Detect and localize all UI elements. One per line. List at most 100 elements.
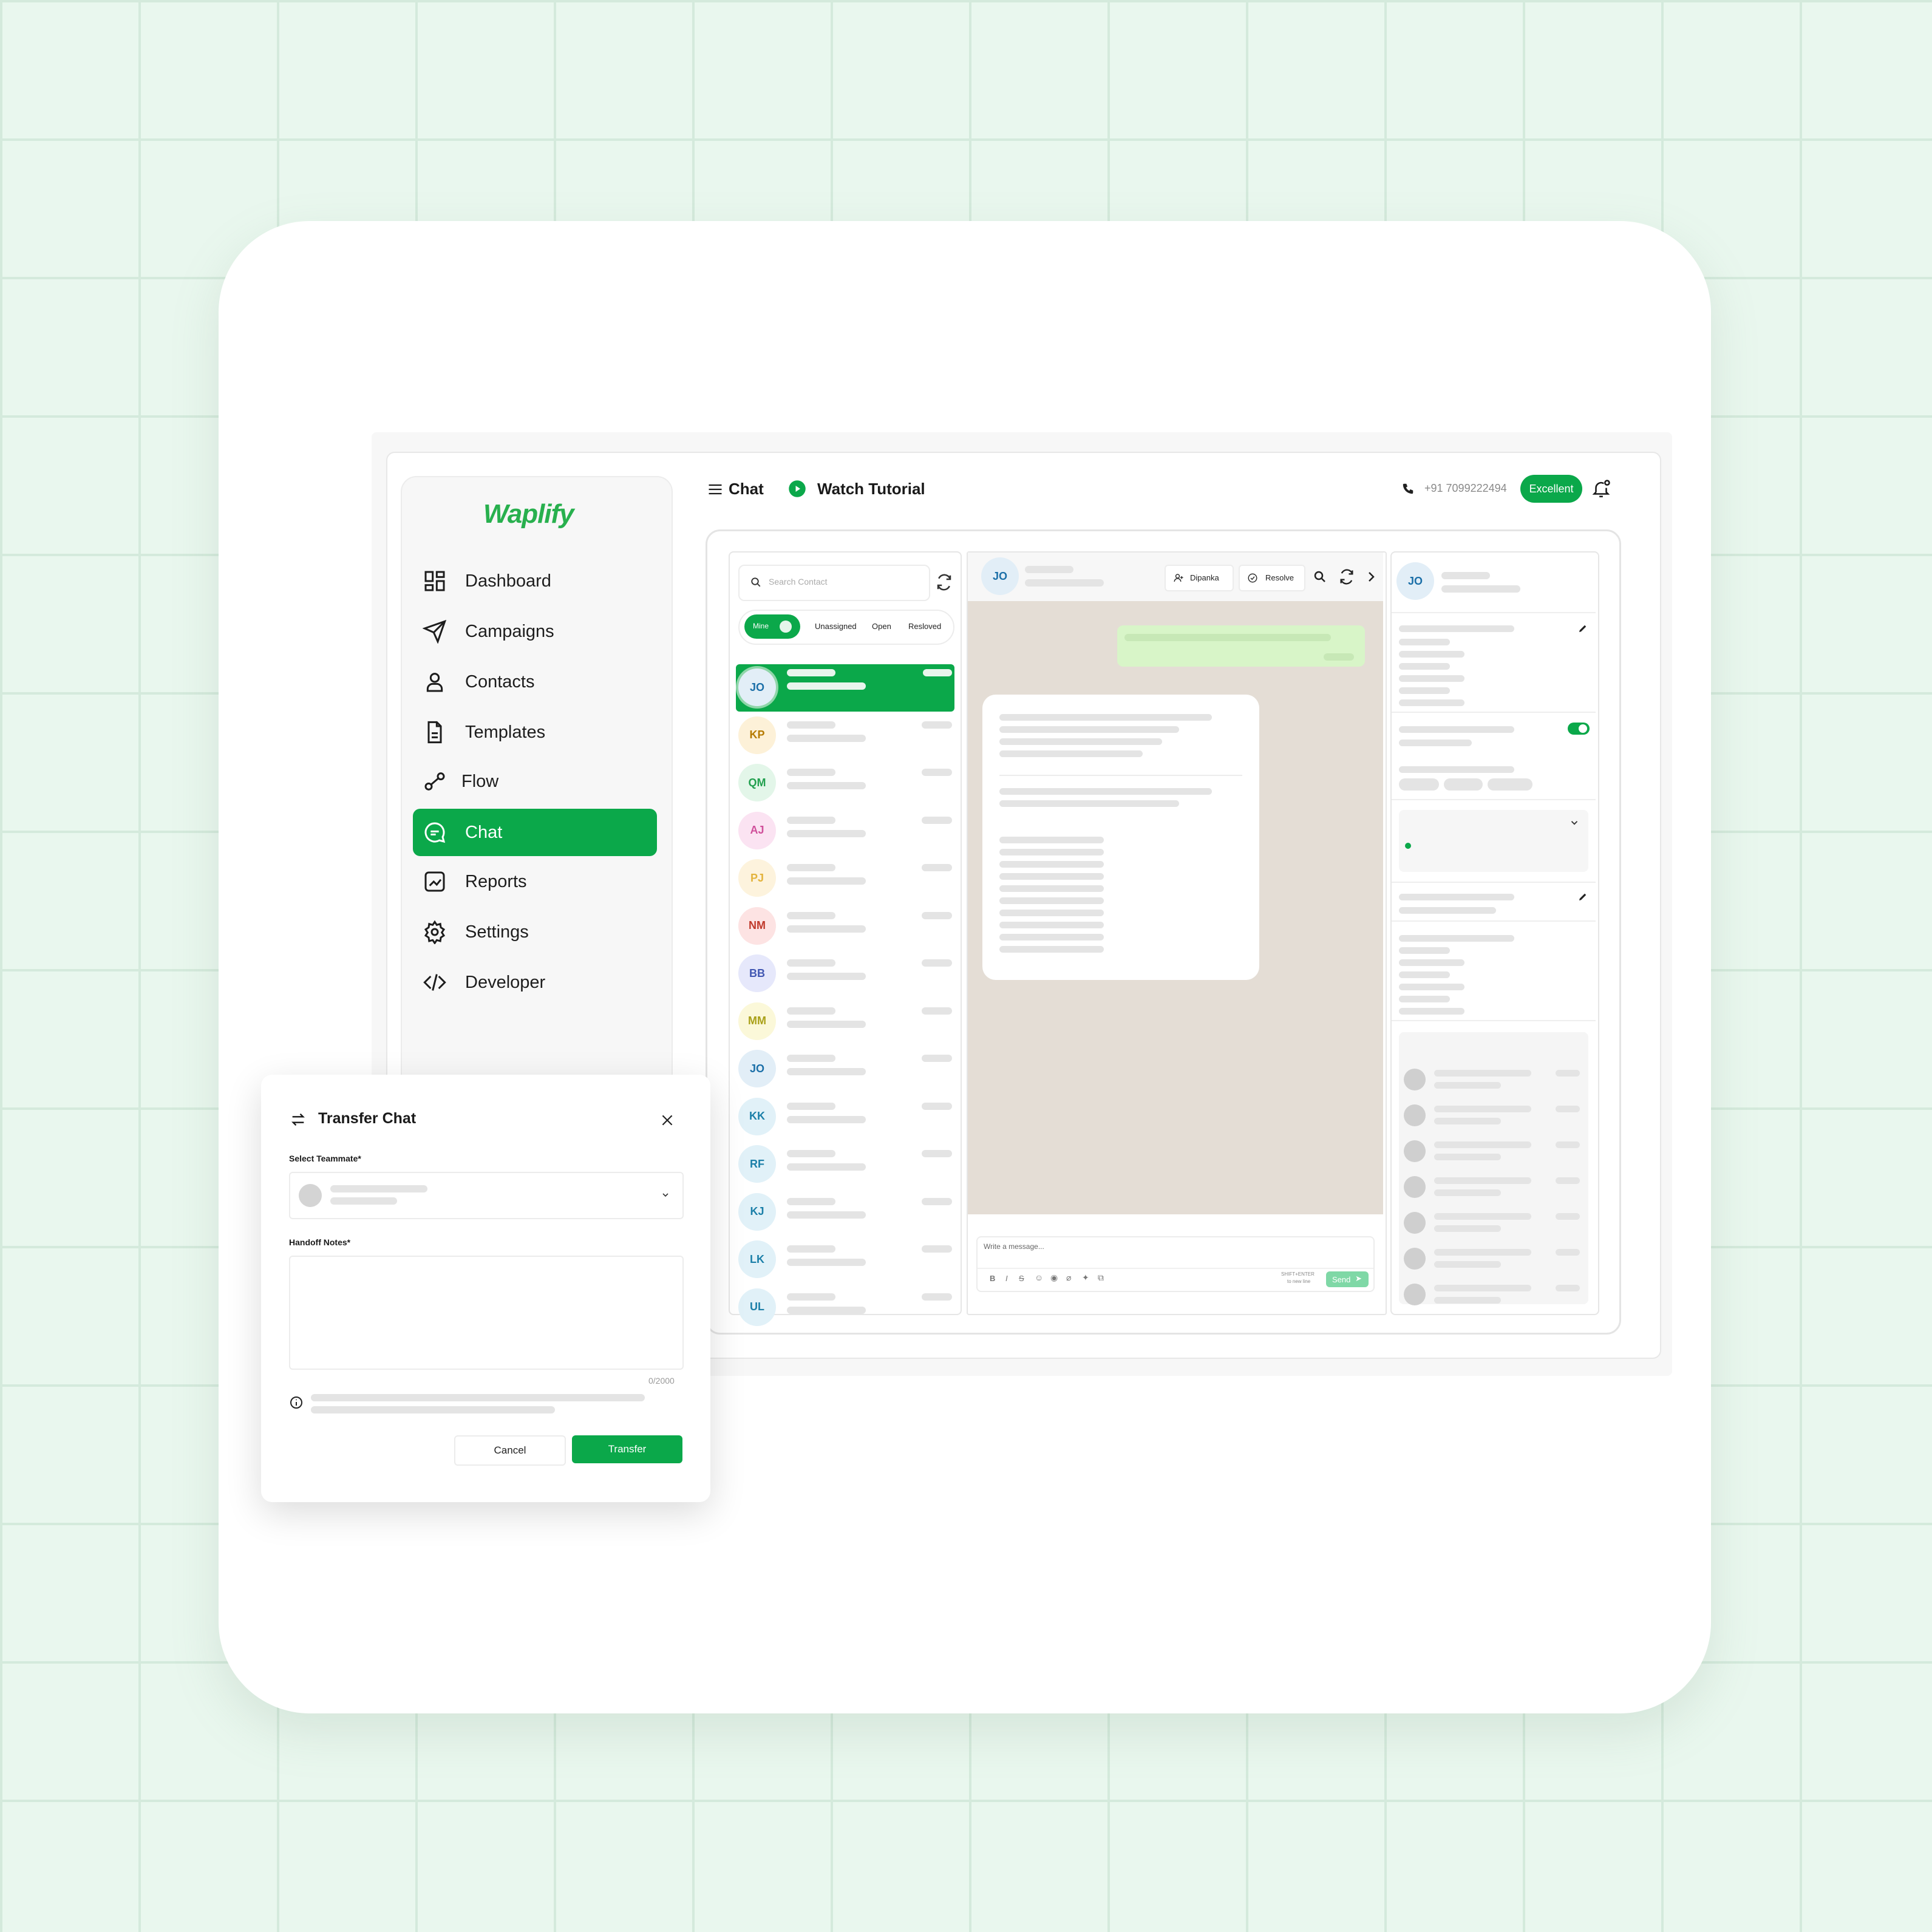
resolve-button[interactable]: Resolve xyxy=(1239,565,1305,591)
skeleton-line xyxy=(1434,1285,1531,1291)
bell-icon[interactable] xyxy=(1591,477,1611,500)
menu-icon[interactable] xyxy=(707,481,724,498)
tab-mine[interactable]: Mine xyxy=(744,614,800,639)
skeleton-line xyxy=(1124,634,1331,641)
user-icon xyxy=(426,673,443,692)
bold-button[interactable]: B xyxy=(990,1274,995,1283)
skeleton-line xyxy=(787,734,866,742)
send-label: Send xyxy=(1332,1275,1351,1284)
chevron-right-icon[interactable] xyxy=(1364,570,1378,584)
sidebar-item-label: Chat xyxy=(465,822,503,842)
page-title: Chat xyxy=(729,480,764,498)
contact-avatar[interactable]: MM xyxy=(738,1002,776,1040)
skeleton-line xyxy=(787,1306,866,1314)
handoff-notes-textarea[interactable] xyxy=(289,1256,684,1370)
skeleton-line xyxy=(1399,766,1514,773)
contact-avatar[interactable]: PJ xyxy=(738,859,776,897)
send-button[interactable]: Send ➤ xyxy=(1326,1271,1369,1287)
contact-avatar[interactable]: LK xyxy=(738,1240,776,1278)
contact-avatar[interactable]: NM xyxy=(738,906,776,945)
edit-icon[interactable] xyxy=(1577,891,1588,902)
skeleton-line xyxy=(922,769,952,776)
skeleton-line xyxy=(922,721,952,729)
sidebar-item-reports[interactable]: Reports xyxy=(413,858,657,905)
edit-icon[interactable] xyxy=(1577,623,1588,634)
user-avatar-icon xyxy=(1404,1284,1426,1305)
teammate-select[interactable] xyxy=(289,1172,684,1219)
search-input[interactable]: Search Contact xyxy=(738,565,930,601)
sidebar-item-campaigns[interactable]: Campaigns xyxy=(413,608,657,655)
contact-avatar[interactable]: QM xyxy=(738,764,776,801)
contact-avatar[interactable]: KJ xyxy=(738,1192,776,1231)
reports-icon xyxy=(424,871,445,892)
sidebar-item-developer[interactable]: Developer xyxy=(413,959,657,1006)
close-icon[interactable] xyxy=(659,1112,675,1128)
preview-icon[interactable]: ◉ xyxy=(1050,1273,1058,1283)
skeleton-line xyxy=(1556,1213,1580,1220)
attachment-icon[interactable]: ⌀ xyxy=(1066,1273,1071,1283)
skeleton-line xyxy=(999,800,1179,807)
char-count: 0/2000 xyxy=(648,1376,675,1386)
sidebar-item-label: Developer xyxy=(465,972,546,992)
tab-open[interactable]: Open xyxy=(872,622,891,631)
skeleton-line xyxy=(787,864,835,871)
skeleton-line xyxy=(1399,959,1464,966)
skeleton-line xyxy=(1434,1141,1531,1148)
sidebar-item-settings[interactable]: Settings xyxy=(413,908,657,956)
skeleton-line xyxy=(1399,625,1514,632)
divider xyxy=(1392,799,1596,800)
template-icon[interactable]: ⧉ xyxy=(1098,1273,1104,1283)
skeleton-line xyxy=(1399,699,1464,706)
sidebar-item-chat[interactable]: Chat xyxy=(413,809,657,856)
refresh-icon[interactable] xyxy=(1338,568,1355,585)
resolve-label: Resolve xyxy=(1265,573,1294,582)
emoji-icon[interactable]: ☺ xyxy=(1035,1273,1043,1282)
contact-avatar[interactable]: KK xyxy=(738,1097,776,1135)
contact-avatar[interactable]: RF xyxy=(738,1145,776,1183)
skeleton-line xyxy=(999,897,1104,904)
search-icon[interactable] xyxy=(1313,570,1327,584)
watch-tutorial-link[interactable]: Watch Tutorial xyxy=(817,480,925,498)
skeleton-line xyxy=(1399,971,1450,978)
skeleton-line xyxy=(1434,1249,1531,1256)
strike-button[interactable]: S xyxy=(1019,1274,1024,1283)
cancel-button[interactable]: Cancel xyxy=(454,1435,566,1466)
search-icon xyxy=(751,577,761,587)
chevron-down-icon xyxy=(662,1193,668,1197)
skeleton-line xyxy=(787,1150,835,1157)
skeleton-line xyxy=(922,1055,952,1062)
sidebar-item-dashboard[interactable]: Dashboard xyxy=(413,557,657,605)
refresh-icon[interactable] xyxy=(935,573,953,591)
dashboard-icon xyxy=(424,571,445,591)
status-dropdown[interactable] xyxy=(1399,810,1588,872)
tab-unassigned[interactable]: Unassigned xyxy=(815,622,857,631)
brand-logo: Waplify xyxy=(483,499,574,529)
skeleton-line xyxy=(787,1293,835,1301)
skeleton-line xyxy=(1399,907,1496,914)
skeleton-line xyxy=(1025,579,1104,587)
sidebar-item-label: Templates xyxy=(465,722,546,742)
contact-avatar[interactable]: JO xyxy=(738,668,776,706)
italic-button[interactable]: I xyxy=(1005,1274,1008,1283)
message-composer[interactable]: Write a message... B I S ☺ ◉ ⌀ ✦ ⧉ SHIFT… xyxy=(976,1236,1375,1292)
skeleton-line xyxy=(999,946,1104,953)
contact-avatar[interactable]: JO xyxy=(738,1050,776,1087)
play-icon[interactable] xyxy=(788,480,806,498)
contact-avatar[interactable]: AJ xyxy=(738,811,776,849)
transfer-button[interactable]: Transfer xyxy=(572,1435,682,1463)
chat-contact-avatar[interactable]: JO xyxy=(981,557,1019,595)
contact-avatar[interactable]: UL xyxy=(738,1288,776,1326)
sidebar-item-contacts[interactable]: Contacts xyxy=(413,658,657,706)
user-assign-icon xyxy=(1174,574,1183,582)
toggle-switch[interactable] xyxy=(1568,723,1590,735)
sidebar-item-flow[interactable]: Flow xyxy=(413,758,657,805)
skeleton-line xyxy=(1399,740,1472,746)
tag-chip xyxy=(1488,778,1532,791)
sparkle-icon[interactable]: ✦ xyxy=(1082,1273,1089,1283)
sidebar-item-templates[interactable]: Templates xyxy=(413,709,657,756)
contact-avatar[interactable]: BB xyxy=(738,954,776,992)
skeleton-line xyxy=(1399,651,1464,658)
contact-avatar[interactable]: KP xyxy=(738,716,776,754)
assignee-button[interactable]: Dipanka xyxy=(1165,565,1234,591)
tab-resolved[interactable]: Resloved xyxy=(908,622,941,631)
